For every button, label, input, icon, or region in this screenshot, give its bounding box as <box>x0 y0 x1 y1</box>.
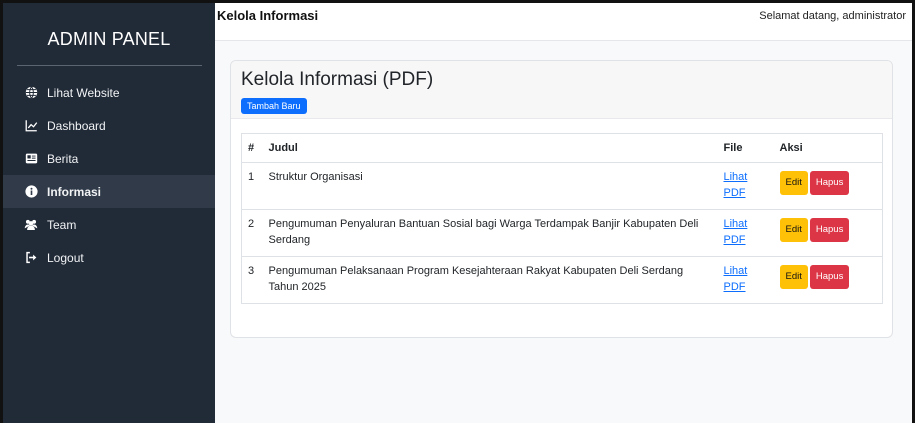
topbar: Kelola Informasi Selamat datang, adminis… <box>215 3 912 41</box>
view-pdf-link[interactable]: Lihat PDF <box>724 265 748 293</box>
main-content: Kelola Informasi Selamat datang, adminis… <box>215 3 912 423</box>
sidebar-item-label: Lihat Website <box>47 85 120 100</box>
card-body: # Judul File Aksi 1 Struktur Organisasi … <box>231 119 892 304</box>
card-header: Kelola Informasi (PDF) Tambah Baru <box>231 61 892 119</box>
sidebar-item-informasi[interactable]: Informasi <box>3 175 215 208</box>
column-header-file: File <box>717 133 774 163</box>
sidebar: ADMIN PANEL Lihat Website Dashboard Beri… <box>3 3 215 423</box>
row-title: Struktur Organisasi <box>262 162 718 210</box>
delete-button[interactable]: Hapus <box>809 217 850 242</box>
chart-line-icon <box>24 119 38 133</box>
sidebar-item-label: Team <box>47 217 77 232</box>
sidebar-item-label: Logout <box>47 250 84 265</box>
edit-button[interactable]: Edit <box>779 217 808 242</box>
delete-button[interactable]: Hapus <box>809 171 850 195</box>
info-circle-icon <box>24 185 38 199</box>
table-row: 1 Struktur Organisasi Lihat PDF Edit Hapu… <box>241 162 883 210</box>
row-number: 1 <box>241 162 263 210</box>
users-icon <box>24 218 38 232</box>
table-row: 2 Pengumuman Penyaluran Bantuan Sosial b… <box>241 208 883 257</box>
row-number: 3 <box>241 255 263 304</box>
view-pdf-link[interactable]: Lihat PDF <box>724 171 748 199</box>
edit-button[interactable]: Edit <box>779 264 808 289</box>
sign-out-icon <box>24 251 38 265</box>
sidebar-item-dashboard[interactable]: Dashboard <box>3 109 215 142</box>
view-pdf-link[interactable]: Lihat PDF <box>724 218 748 246</box>
sidebar-item-logout[interactable]: Logout <box>3 241 215 274</box>
welcome-text: Selamat datang, administrator <box>759 9 906 22</box>
brand-title: ADMIN PANEL <box>47 28 171 49</box>
informasi-table: # Judul File Aksi 1 Struktur Organisasi … <box>241 133 883 304</box>
page-title: Kelola Informasi <box>217 8 319 23</box>
row-number: 2 <box>241 208 263 257</box>
row-title: Pengumuman Pelaksanaan Program Kesejahte… <box>262 255 718 304</box>
sidebar-item-label: Dashboard <box>47 118 106 133</box>
column-header-aksi: Aksi <box>773 133 883 163</box>
add-new-button[interactable]: Tambah Baru <box>241 97 307 114</box>
sidebar-item-lihat-website[interactable]: Lihat Website <box>3 76 215 109</box>
sidebar-item-team[interactable]: Team <box>3 208 215 241</box>
globe-icon <box>24 86 38 100</box>
sidebar-item-berita[interactable]: Berita <box>3 142 215 175</box>
column-header-number: # <box>241 133 263 163</box>
sidebar-nav: Lihat Website Dashboard Berita Informasi <box>3 66 215 274</box>
card-title: Kelola Informasi (PDF) <box>241 69 434 90</box>
column-header-judul: Judul <box>262 133 718 163</box>
newspaper-icon <box>24 152 38 166</box>
informasi-card: Kelola Informasi (PDF) Tambah Baru # Jud… <box>230 60 893 338</box>
sidebar-item-label: Informasi <box>47 184 102 199</box>
delete-button[interactable]: Hapus <box>809 264 850 289</box>
edit-button[interactable]: Edit <box>779 171 808 195</box>
app-window: ADMIN PANEL Lihat Website Dashboard Beri… <box>0 0 915 423</box>
row-title: Pengumuman Penyaluran Bantuan Sosial bag… <box>262 208 718 257</box>
table-header-row: # Judul File Aksi <box>241 133 883 163</box>
table-row: 3 Pengumuman Pelaksanaan Program Kesejah… <box>241 255 883 304</box>
sidebar-item-label: Berita <box>47 151 79 166</box>
